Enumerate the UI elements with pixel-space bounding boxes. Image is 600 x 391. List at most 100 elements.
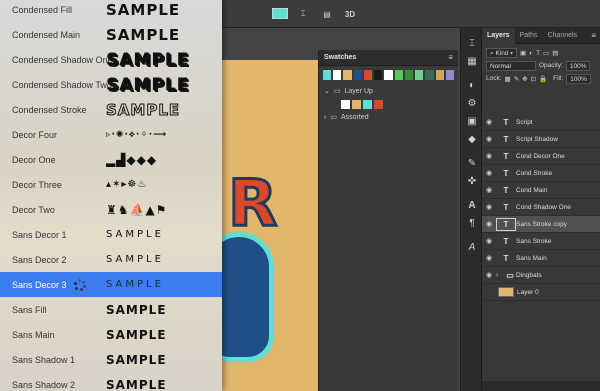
font-menu-item[interactable]: Sans Shadow 1 SAMPLE [0,347,222,372]
character-icon[interactable]: ⌶ [461,34,483,52]
color-swatch[interactable] [323,70,332,80]
color-swatch[interactable] [343,70,352,80]
opacity-input[interactable]: 100% [565,60,591,71]
color-swatch[interactable] [435,70,444,80]
layer-row[interactable]: ◉ T Sans Stroke copy [482,216,600,233]
layers-controls: ⌕ Kind ▾ ▣◐T▭▤ Normal Opacity: 100% Lock… [482,44,600,87]
visibility-eye-icon[interactable]: ◉ [482,254,496,262]
font-menu-item[interactable]: Condensed Shadow Two SAMPLE [0,72,222,97]
font-menu-item[interactable]: Sans Fill SAMPLE [0,297,222,322]
character-styles-icon[interactable]: A [461,196,483,214]
font-menu-item[interactable]: Decor Three ▴✶▸☸♨ [0,172,222,197]
fill-input[interactable]: 100% [566,73,591,84]
visibility-eye-icon[interactable]: ◉ [482,237,496,245]
color-swatch[interactable] [363,99,372,109]
glyphs-icon[interactable]: A [461,238,483,256]
panel-menu-icon[interactable]: ≡ [448,53,453,62]
panel-menu-icon[interactable]: ≡ [591,31,600,40]
layer-row[interactable]: Layer 0 [482,284,600,301]
visibility-eye-icon[interactable]: ◉ [482,118,496,126]
swatches-title[interactable]: Swatches [324,54,356,61]
layer-row[interactable]: ◉ › ▭ Dingbats [482,267,600,284]
filter-icons[interactable]: ▣◐T▭▤ [520,49,561,57]
tab-layers[interactable]: Layers [482,27,515,44]
filter-row: ⌕ Kind ▾ ▣◐T▭▤ [486,46,596,59]
swatch-folder[interactable]: › ▭ Assorted [319,110,458,124]
paragraph-icon[interactable]: ¶ [461,214,483,232]
font-menu-item[interactable]: Decor One ▂▟◆◆◆ [0,147,222,172]
color-swatch[interactable] [352,99,361,109]
chevron-right-icon[interactable]: › [324,114,326,121]
font-menu-item[interactable]: Condensed Shadow One SAMPLE [0,47,222,72]
visibility-eye-icon[interactable]: ◉ [482,169,496,177]
text-warp-icon[interactable]: ⌶ [296,7,310,21]
color-swatch[interactable] [341,99,350,109]
layer-row[interactable]: ◉ T Cond Stroke [482,165,600,182]
paragraph-panel-icon[interactable]: ▦ [461,52,483,70]
layer-name: Script Shadow [516,135,558,143]
tab-paths[interactable]: Paths [515,28,543,44]
brush-icon[interactable]: ✎ [461,154,483,172]
lock-icons[interactable]: ▦✎✥⊡🔒 [505,75,551,83]
font-menu-item[interactable]: Condensed Stroke SAMPLE [0,97,222,122]
color-swatch[interactable] [425,70,434,80]
layer-name: Sans Stroke [516,237,552,245]
font-menu-item[interactable]: Sans Main SAMPLE [0,322,222,347]
chevron-down-icon[interactable]: ⌄ [324,87,330,95]
visibility-eye-icon[interactable]: ◉ [482,271,496,279]
font-menu-item[interactable]: Sans Decor 1 SAMPLE [0,222,222,247]
styles-icon[interactable]: ◆ [461,130,483,148]
layer-row[interactable]: ◉ T Script Shadow [482,131,600,148]
visibility-eye-icon[interactable]: ◉ [482,203,496,211]
font-name: Condensed Fill [12,4,73,15]
color-swatch[interactable] [394,70,403,80]
font-menu-item[interactable]: Condensed Main SAMPLE [0,22,222,47]
font-name: Sans Fill [12,304,47,315]
visibility-eye-icon[interactable]: ◉ [482,186,496,194]
layer-row[interactable]: ◉ T Sans Main [482,250,600,267]
layer-row[interactable]: ◉ T Cond Shadow One [482,199,600,216]
visibility-eye-icon[interactable]: ◉ [482,220,496,228]
libraries-icon[interactable]: ▣ [461,112,483,130]
color-swatch[interactable] [333,70,342,80]
swatch-folder[interactable]: ⌄ ▭ Layer Up [319,84,458,98]
color-swatch[interactable] [353,70,362,80]
layer-row[interactable]: ◉ T Sans Stroke [482,233,600,250]
font-menu-item[interactable]: Decor Four ▹·✺·⟡·✧·⟶ [0,122,222,147]
layers-panel: Layers Paths Channels ≡ ⌕ Kind ▾ ▣◐T▭▤ Norm… [482,27,600,391]
layer-row[interactable]: ◉ T Cond Decor One [482,148,600,165]
chevron-right-icon[interactable]: › [496,272,504,279]
font-menu-item[interactable]: Decor Two ♜♞⛵▲⚑ [0,197,222,222]
filter-kind-select[interactable]: ⌕ Kind ▾ [486,47,518,58]
color-swatch[interactable] [374,70,383,80]
blend-mode-select[interactable]: Normal [486,60,536,71]
properties-icon[interactable]: ⚙ [461,94,483,112]
artwork-canvas[interactable]: R [222,60,318,391]
font-menu-item[interactable]: Condensed Fill SAMPLE [0,0,222,22]
3d-button[interactable]: 3D [343,7,357,21]
adjustments-icon[interactable]: ◐ [461,76,483,94]
visibility-eye-icon[interactable]: ◉ [482,152,496,160]
artwork-letter: R [226,167,278,241]
text-color-swatch[interactable] [272,8,288,19]
color-swatch[interactable] [445,70,455,80]
tab-channels[interactable]: Channels [542,28,582,44]
color-swatch[interactable] [363,70,373,80]
color-swatch[interactable] [384,70,393,80]
font-sample-preview: ▹·✺·⟡·✧·⟶ [106,129,168,140]
layer-row[interactable]: ◉ T Cond Main [482,182,600,199]
font-sample-preview: SAMPLE [106,0,181,19]
color-swatch[interactable] [404,70,414,80]
color-swatch[interactable] [374,99,383,109]
clone-source-icon[interactable]: ✜ [461,172,483,190]
font-menu-item[interactable]: Sans Shadow 2 SAMPLE [0,372,222,391]
text-layer-icon: T [503,236,509,246]
character-panel-icon[interactable]: ▤ [320,7,334,21]
font-menu-item[interactable]: Sans Decor 2 SAMPLE [0,247,222,272]
layer-row[interactable]: ◉ T Script [482,114,600,131]
font-menu-item[interactable]: Sans Decor 3 SAMPLE [0,272,222,297]
font-name: Sans Decor 3 [12,279,67,290]
swatches-panel: Swatches ≡ ⌄ ▭ Layer Up › ▭ Assorted [318,50,458,391]
color-swatch[interactable] [415,70,424,80]
visibility-eye-icon[interactable]: ◉ [482,135,496,143]
